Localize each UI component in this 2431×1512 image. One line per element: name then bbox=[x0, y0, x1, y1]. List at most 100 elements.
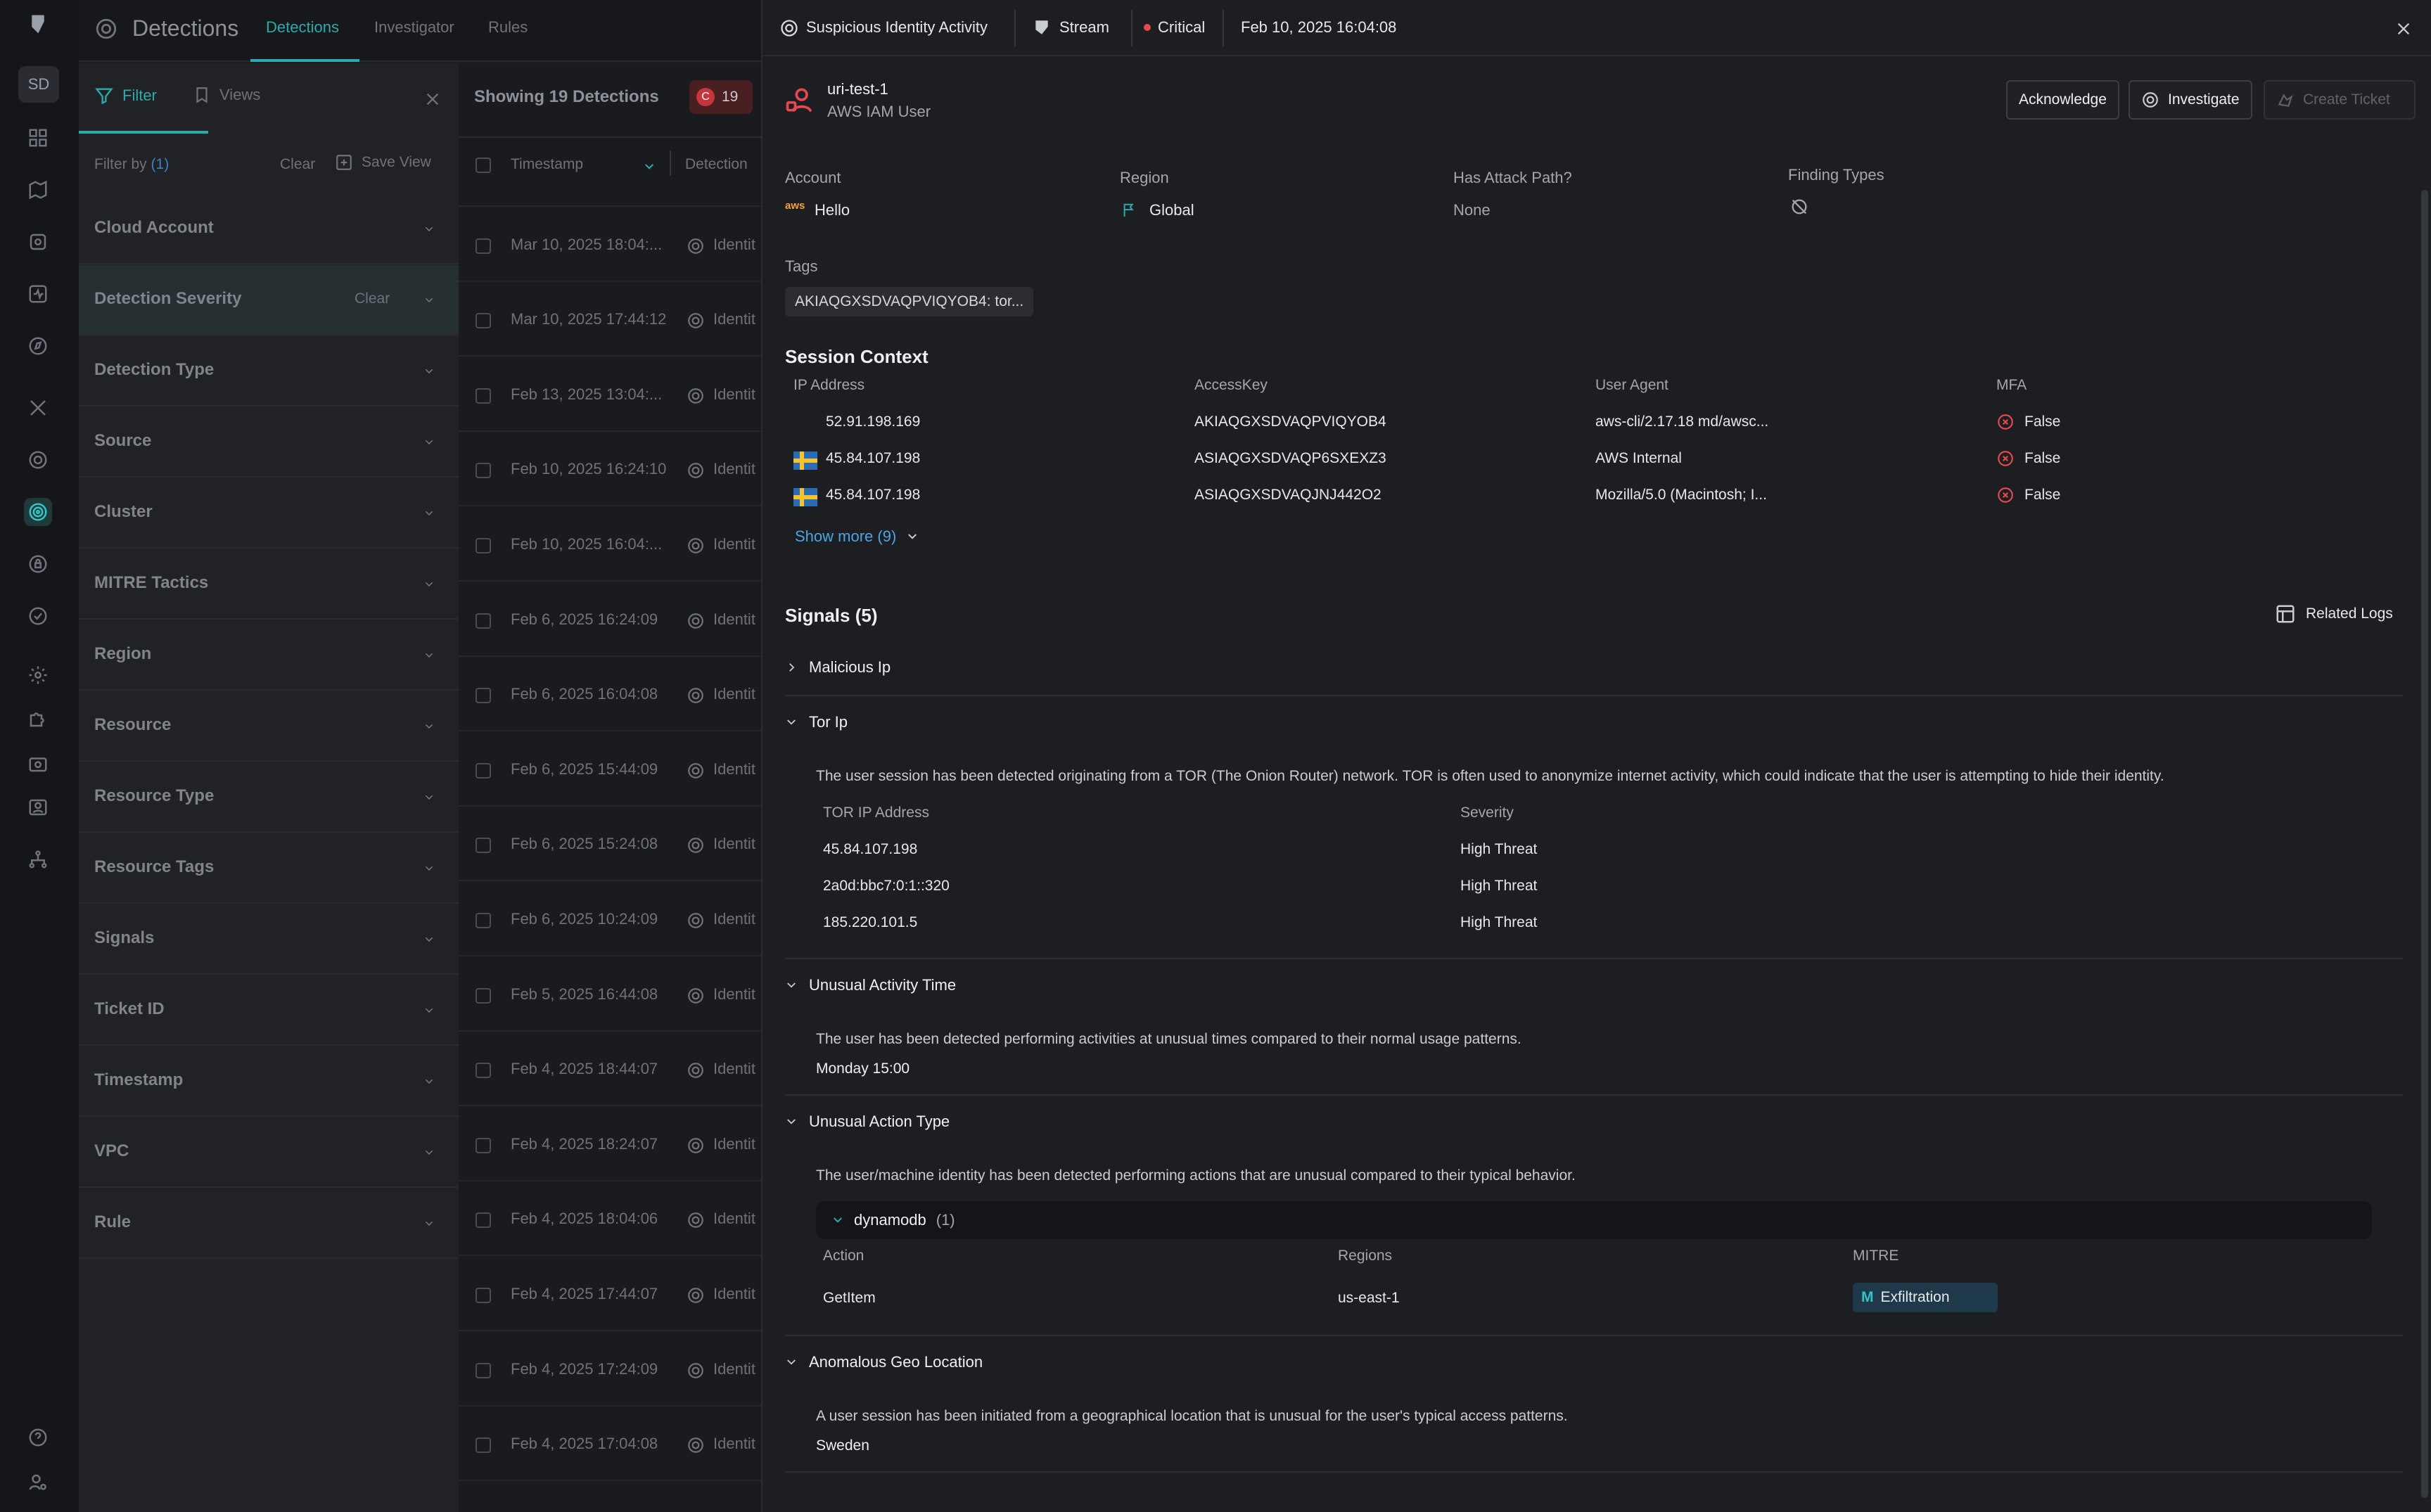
row-checkbox[interactable] bbox=[476, 1437, 491, 1454]
org-icon[interactable] bbox=[24, 845, 52, 873]
help-icon[interactable] bbox=[24, 1423, 52, 1452]
filter-row[interactable]: Region bbox=[79, 620, 459, 691]
clear-filters-button[interactable]: Clear bbox=[280, 156, 315, 173]
settings-icon[interactable] bbox=[24, 661, 52, 689]
table-row[interactable]: Mar 10, 2025 18:04:... Identit bbox=[459, 207, 761, 282]
row-checkbox[interactable] bbox=[476, 762, 491, 779]
tab-investigator[interactable]: Investigator bbox=[374, 18, 454, 37]
table-row[interactable]: Feb 6, 2025 15:44:09 Identit bbox=[459, 732, 761, 807]
crossed-tools-icon[interactable] bbox=[24, 394, 52, 422]
tab-filter[interactable]: Filter bbox=[94, 86, 157, 105]
close-drawer-icon[interactable] bbox=[2396, 21, 2411, 37]
col-detection[interactable]: Detection bbox=[685, 156, 748, 173]
table-row[interactable]: Feb 4, 2025 17:24:09 Identit bbox=[459, 1332, 761, 1407]
row-checkbox[interactable] bbox=[476, 387, 491, 404]
row-checkbox[interactable] bbox=[476, 838, 491, 854]
filter-row[interactable]: Cluster bbox=[79, 478, 459, 549]
tab-rules[interactable]: Rules bbox=[488, 18, 528, 37]
filter-row[interactable]: Cloud Account bbox=[79, 194, 459, 264]
col-timestamp[interactable]: Timestamp bbox=[511, 156, 583, 173]
row-checkbox[interactable] bbox=[476, 688, 491, 704]
lock-icon[interactable] bbox=[24, 550, 52, 578]
table-row[interactable]: Feb 4, 2025 18:24:07 Identit bbox=[459, 1107, 761, 1181]
table-row[interactable]: Feb 5, 2025 16:44:08 Identit bbox=[459, 957, 761, 1032]
detections-icon[interactable] bbox=[24, 498, 52, 526]
signal-malicious-ip[interactable]: Malicious Ip bbox=[785, 658, 891, 677]
shield-icon[interactable] bbox=[24, 446, 52, 474]
activity-icon[interactable] bbox=[24, 280, 52, 308]
filter-row[interactable]: MITRE Tactics bbox=[79, 549, 459, 620]
row-checkbox[interactable] bbox=[476, 613, 491, 629]
filter-row[interactable]: Timestamp bbox=[79, 1046, 459, 1117]
puzzle-icon[interactable] bbox=[24, 705, 52, 733]
check-icon[interactable] bbox=[24, 602, 52, 630]
sort-chevron-icon[interactable] bbox=[643, 160, 656, 173]
row-checkbox[interactable] bbox=[476, 313, 491, 329]
table-row[interactable]: Feb 10, 2025 16:04:... Identit bbox=[459, 507, 761, 582]
signal-unusual-action[interactable]: Unusual Action Type bbox=[785, 1113, 950, 1131]
related-logs-button[interactable]: Related Logs bbox=[2275, 603, 2393, 624]
row-checkbox[interactable] bbox=[476, 238, 491, 254]
signal-unusual-time[interactable]: Unusual Activity Time bbox=[785, 976, 956, 994]
row-checkbox[interactable] bbox=[476, 1137, 491, 1153]
compass-icon[interactable] bbox=[24, 332, 52, 360]
logo-icon[interactable] bbox=[24, 10, 52, 38]
drawer-scrollbar[interactable] bbox=[2421, 190, 2428, 1498]
signal-geo-location[interactable]: Anomalous Geo Location bbox=[785, 1353, 983, 1371]
signal-tor-ip[interactable]: Tor Ip bbox=[785, 713, 848, 731]
map-icon[interactable] bbox=[24, 176, 52, 204]
row-checkbox[interactable] bbox=[476, 1288, 491, 1303]
table-row[interactable]: Feb 4, 2025 18:04:06 Identit bbox=[459, 1181, 761, 1257]
filter-row[interactable]: Rule bbox=[79, 1189, 459, 1259]
filter-row[interactable]: Detection Severity Clear bbox=[79, 265, 459, 335]
avatar[interactable]: SD bbox=[18, 66, 59, 103]
dashboard-icon[interactable] bbox=[24, 124, 52, 152]
mitre-tactic-chip[interactable]: M Exfiltration bbox=[1853, 1283, 1998, 1312]
table-row[interactable]: Feb 13, 2025 13:04:... Identit bbox=[459, 357, 761, 432]
row-checkbox[interactable] bbox=[476, 538, 491, 553]
row-checkbox[interactable] bbox=[476, 987, 491, 1004]
clear-severity-button[interactable]: Clear bbox=[355, 290, 390, 307]
users-icon[interactable] bbox=[24, 793, 52, 821]
entity-name[interactable]: uri-test-1 bbox=[827, 80, 888, 98]
table-row[interactable]: Feb 6, 2025 16:24:09 Identit bbox=[459, 582, 761, 657]
show-more-button[interactable]: Show more (9) bbox=[795, 527, 919, 546]
filter-row[interactable]: Detection Type bbox=[79, 336, 459, 406]
table-row[interactable]: Feb 4, 2025 17:04:08 Identit bbox=[459, 1407, 761, 1482]
camera-icon[interactable] bbox=[24, 750, 52, 778]
table-row[interactable]: Feb 6, 2025 16:04:08 Identit bbox=[459, 657, 761, 732]
row-checkbox[interactable] bbox=[476, 463, 491, 479]
table-row[interactable]: Mar 10, 2025 18:24:...Identit bbox=[459, 183, 761, 207]
action-group-dynamodb[interactable]: dynamodb (1) bbox=[816, 1201, 2372, 1239]
table-row[interactable]: Feb 10, 2025 16:24:10 Identit bbox=[459, 432, 761, 507]
save-view-button[interactable]: Save View bbox=[335, 153, 431, 172]
table-row[interactable]: Feb 4, 2025 18:44:07 Identit bbox=[459, 1032, 761, 1107]
tab-views[interactable]: Views bbox=[193, 86, 260, 104]
row-checkbox[interactable] bbox=[476, 1063, 491, 1079]
tab-detections[interactable]: Detections bbox=[266, 18, 339, 37]
table-row[interactable]: Feb 4, 2025 17:44:07 Identit bbox=[459, 1257, 761, 1331]
row-checkbox[interactable] bbox=[476, 913, 491, 928]
table-row[interactable]: Feb 6, 2025 15:24:08 Identit bbox=[459, 807, 761, 882]
tag-chip[interactable]: AKIAQGXSDVAQPVIQYOB4: tor... bbox=[785, 287, 1034, 316]
filter-row[interactable]: Source bbox=[79, 407, 459, 478]
acknowledge-button[interactable]: Acknowledge bbox=[2006, 80, 2119, 120]
select-all-checkbox[interactable] bbox=[476, 158, 491, 173]
inventory-icon[interactable] bbox=[24, 228, 52, 256]
filter-row[interactable]: Resource Type bbox=[79, 762, 459, 833]
row-checkbox[interactable] bbox=[476, 1212, 491, 1229]
filter-row[interactable]: Signals bbox=[79, 904, 459, 975]
finding-type-icon[interactable] bbox=[1789, 197, 1809, 217]
investigate-button[interactable]: Investigate bbox=[2129, 80, 2252, 120]
filter-row[interactable]: Ticket ID bbox=[79, 975, 459, 1046]
create-ticket-button[interactable]: Create Ticket bbox=[2264, 80, 2416, 120]
filter-row[interactable]: Resource bbox=[79, 691, 459, 762]
close-filter-icon[interactable] bbox=[425, 91, 440, 107]
user-settings-icon[interactable] bbox=[24, 1468, 52, 1497]
table-row[interactable]: Mar 10, 2025 17:44:12 Identit bbox=[459, 282, 761, 357]
row-checkbox[interactable] bbox=[476, 1362, 491, 1378]
filter-row[interactable]: VPC bbox=[79, 1117, 459, 1188]
critical-badge[interactable]: C 19 bbox=[689, 80, 753, 114]
table-row[interactable]: Feb 6, 2025 10:24:09 Identit bbox=[459, 882, 761, 956]
filter-row[interactable]: Resource Tags bbox=[79, 833, 459, 904]
